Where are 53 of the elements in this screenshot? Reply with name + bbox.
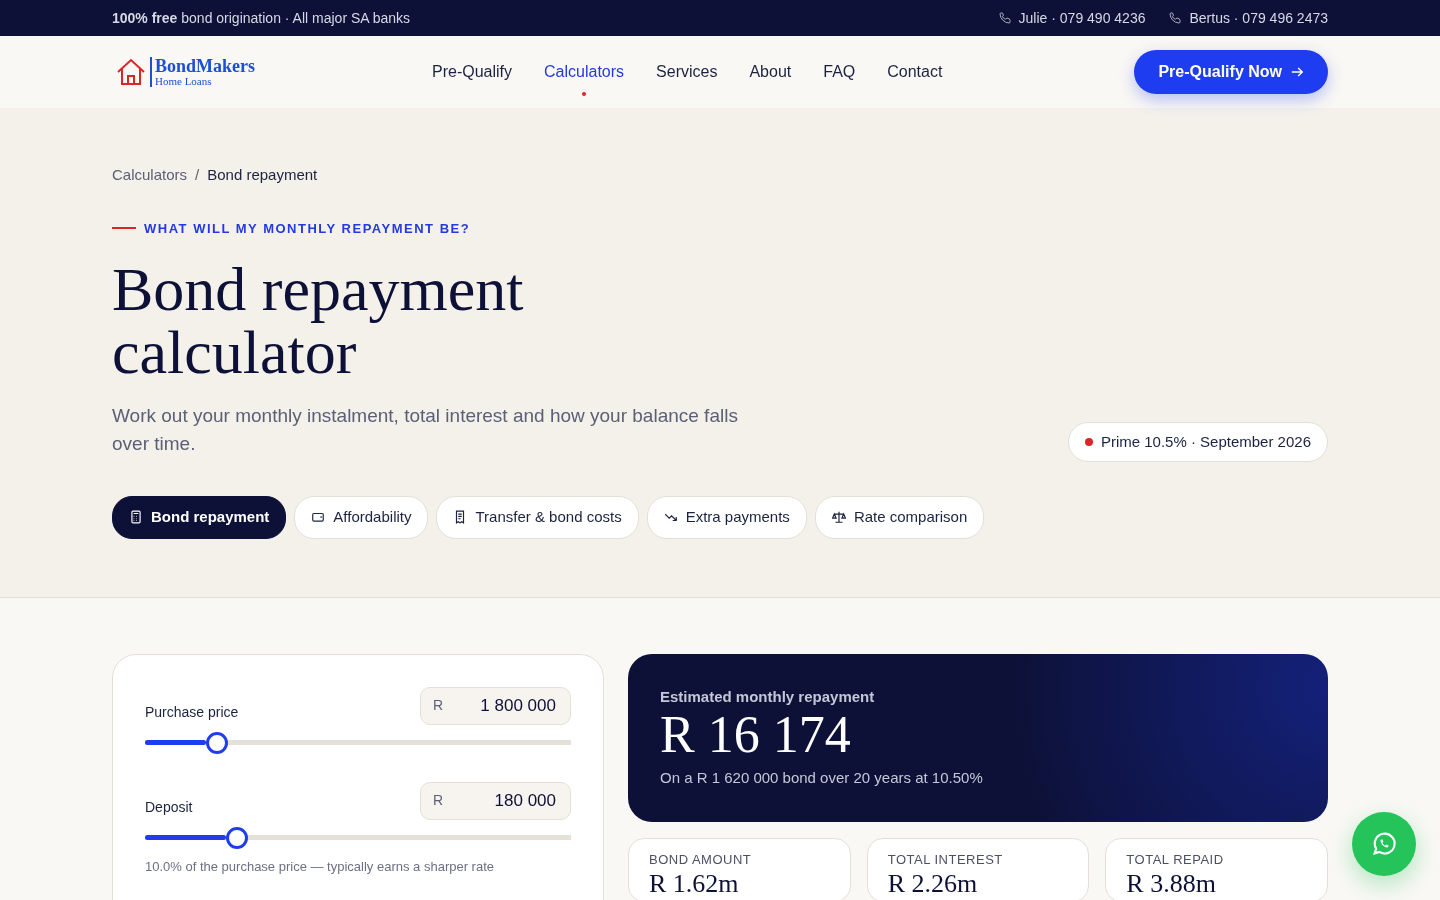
phone-link[interactable]: Julie · 079 490 4236: [1018, 7, 1146, 29]
chat-icon: [1370, 830, 1398, 858]
rate-text: Prime 10.5% · September 2026: [1100, 431, 1311, 452]
result-detail: On a R 1 620 000 bond over 20 years at 10.50%: [660, 767, 984, 788]
amount-input[interactable]: 1 800 000: [468, 691, 558, 720]
result-label: Estimated monthly repayment: [660, 686, 876, 707]
currency-prefix: R: [433, 791, 444, 810]
stat-label: BOND AMOUNT: [649, 850, 753, 869]
nav-link[interactable]: Services: [656, 48, 718, 96]
phone-link[interactable]: Bertus · 079 496 2473: [1189, 7, 1328, 29]
phone-icon: [1169, 12, 1182, 24]
calculator-tab[interactable]: Extra payments: [646, 496, 807, 539]
slider-handle[interactable]: [206, 731, 229, 754]
pre-qualify-button[interactable]: Pre-Qualify Now: [1134, 50, 1328, 94]
house-icon: [116, 58, 146, 86]
page-subtitle: Work out your monthly instalment, total interest and how your balance falls over time.: [112, 404, 739, 456]
page-title: Bond repayment calculator: [112, 258, 525, 384]
logo-tagline: Home Loans: [155, 74, 213, 88]
nav-link[interactable]: Calculators: [544, 48, 625, 96]
logo-name[interactable]: BondMakers: [155, 56, 255, 75]
nav-link[interactable]: About: [749, 48, 792, 96]
currency-prefix: R: [433, 696, 444, 715]
stat-value: R 3.88m: [1126, 868, 1217, 899]
breadcrumb-link[interactable]: Calculators: [112, 164, 188, 187]
breadcrumb-separator: /: [195, 165, 200, 185]
result-amount: R 16 174: [660, 708, 852, 763]
calculator-icon: [129, 510, 143, 525]
breadcrumb-link[interactable]: Bond repayment: [207, 164, 318, 187]
arrow-icon: [1290, 65, 1304, 79]
promo-text: 100% free bond origination · All major SA banks: [112, 8, 411, 28]
nav-link[interactable]: FAQ: [823, 48, 856, 96]
amount-field[interactable]: R 1 800 000: [420, 686, 571, 725]
eyebrow-text: WHAT WILL MY MONTHLY REPAYMENT BE?: [144, 219, 471, 238]
calculator-tab[interactable]: Rate comparison: [814, 496, 985, 539]
hint-text: 10.0% of the purchase price — typically earns a sharper rate: [145, 857, 495, 876]
stat-label: TOTAL REPAID: [1126, 850, 1225, 869]
slider-fill: [145, 740, 207, 745]
nav-link[interactable]: Contact: [887, 48, 943, 96]
amount-input[interactable]: 180 000: [468, 786, 558, 815]
calculator-tab[interactable]: Transfer & bond costs: [436, 496, 639, 539]
field-label: Deposit: [145, 797, 193, 817]
phone-icon: [998, 12, 1011, 24]
slider-handle[interactable]: [225, 826, 248, 849]
scale-icon: [831, 510, 846, 525]
amount-field[interactable]: R 180 000: [420, 781, 571, 820]
stat-value: R 1.62m: [649, 868, 740, 899]
stat-value: R 2.26m: [887, 868, 979, 899]
stat-label: TOTAL INTEREST: [887, 850, 1004, 869]
field-label: Purchase price: [145, 702, 239, 722]
calculator-tab[interactable]: Bond repayment: [112, 496, 287, 539]
calculator-tab[interactable]: Affordability: [294, 496, 429, 539]
nav-link[interactable]: Pre-Qualify: [432, 48, 513, 96]
wallet-icon: [311, 510, 326, 525]
